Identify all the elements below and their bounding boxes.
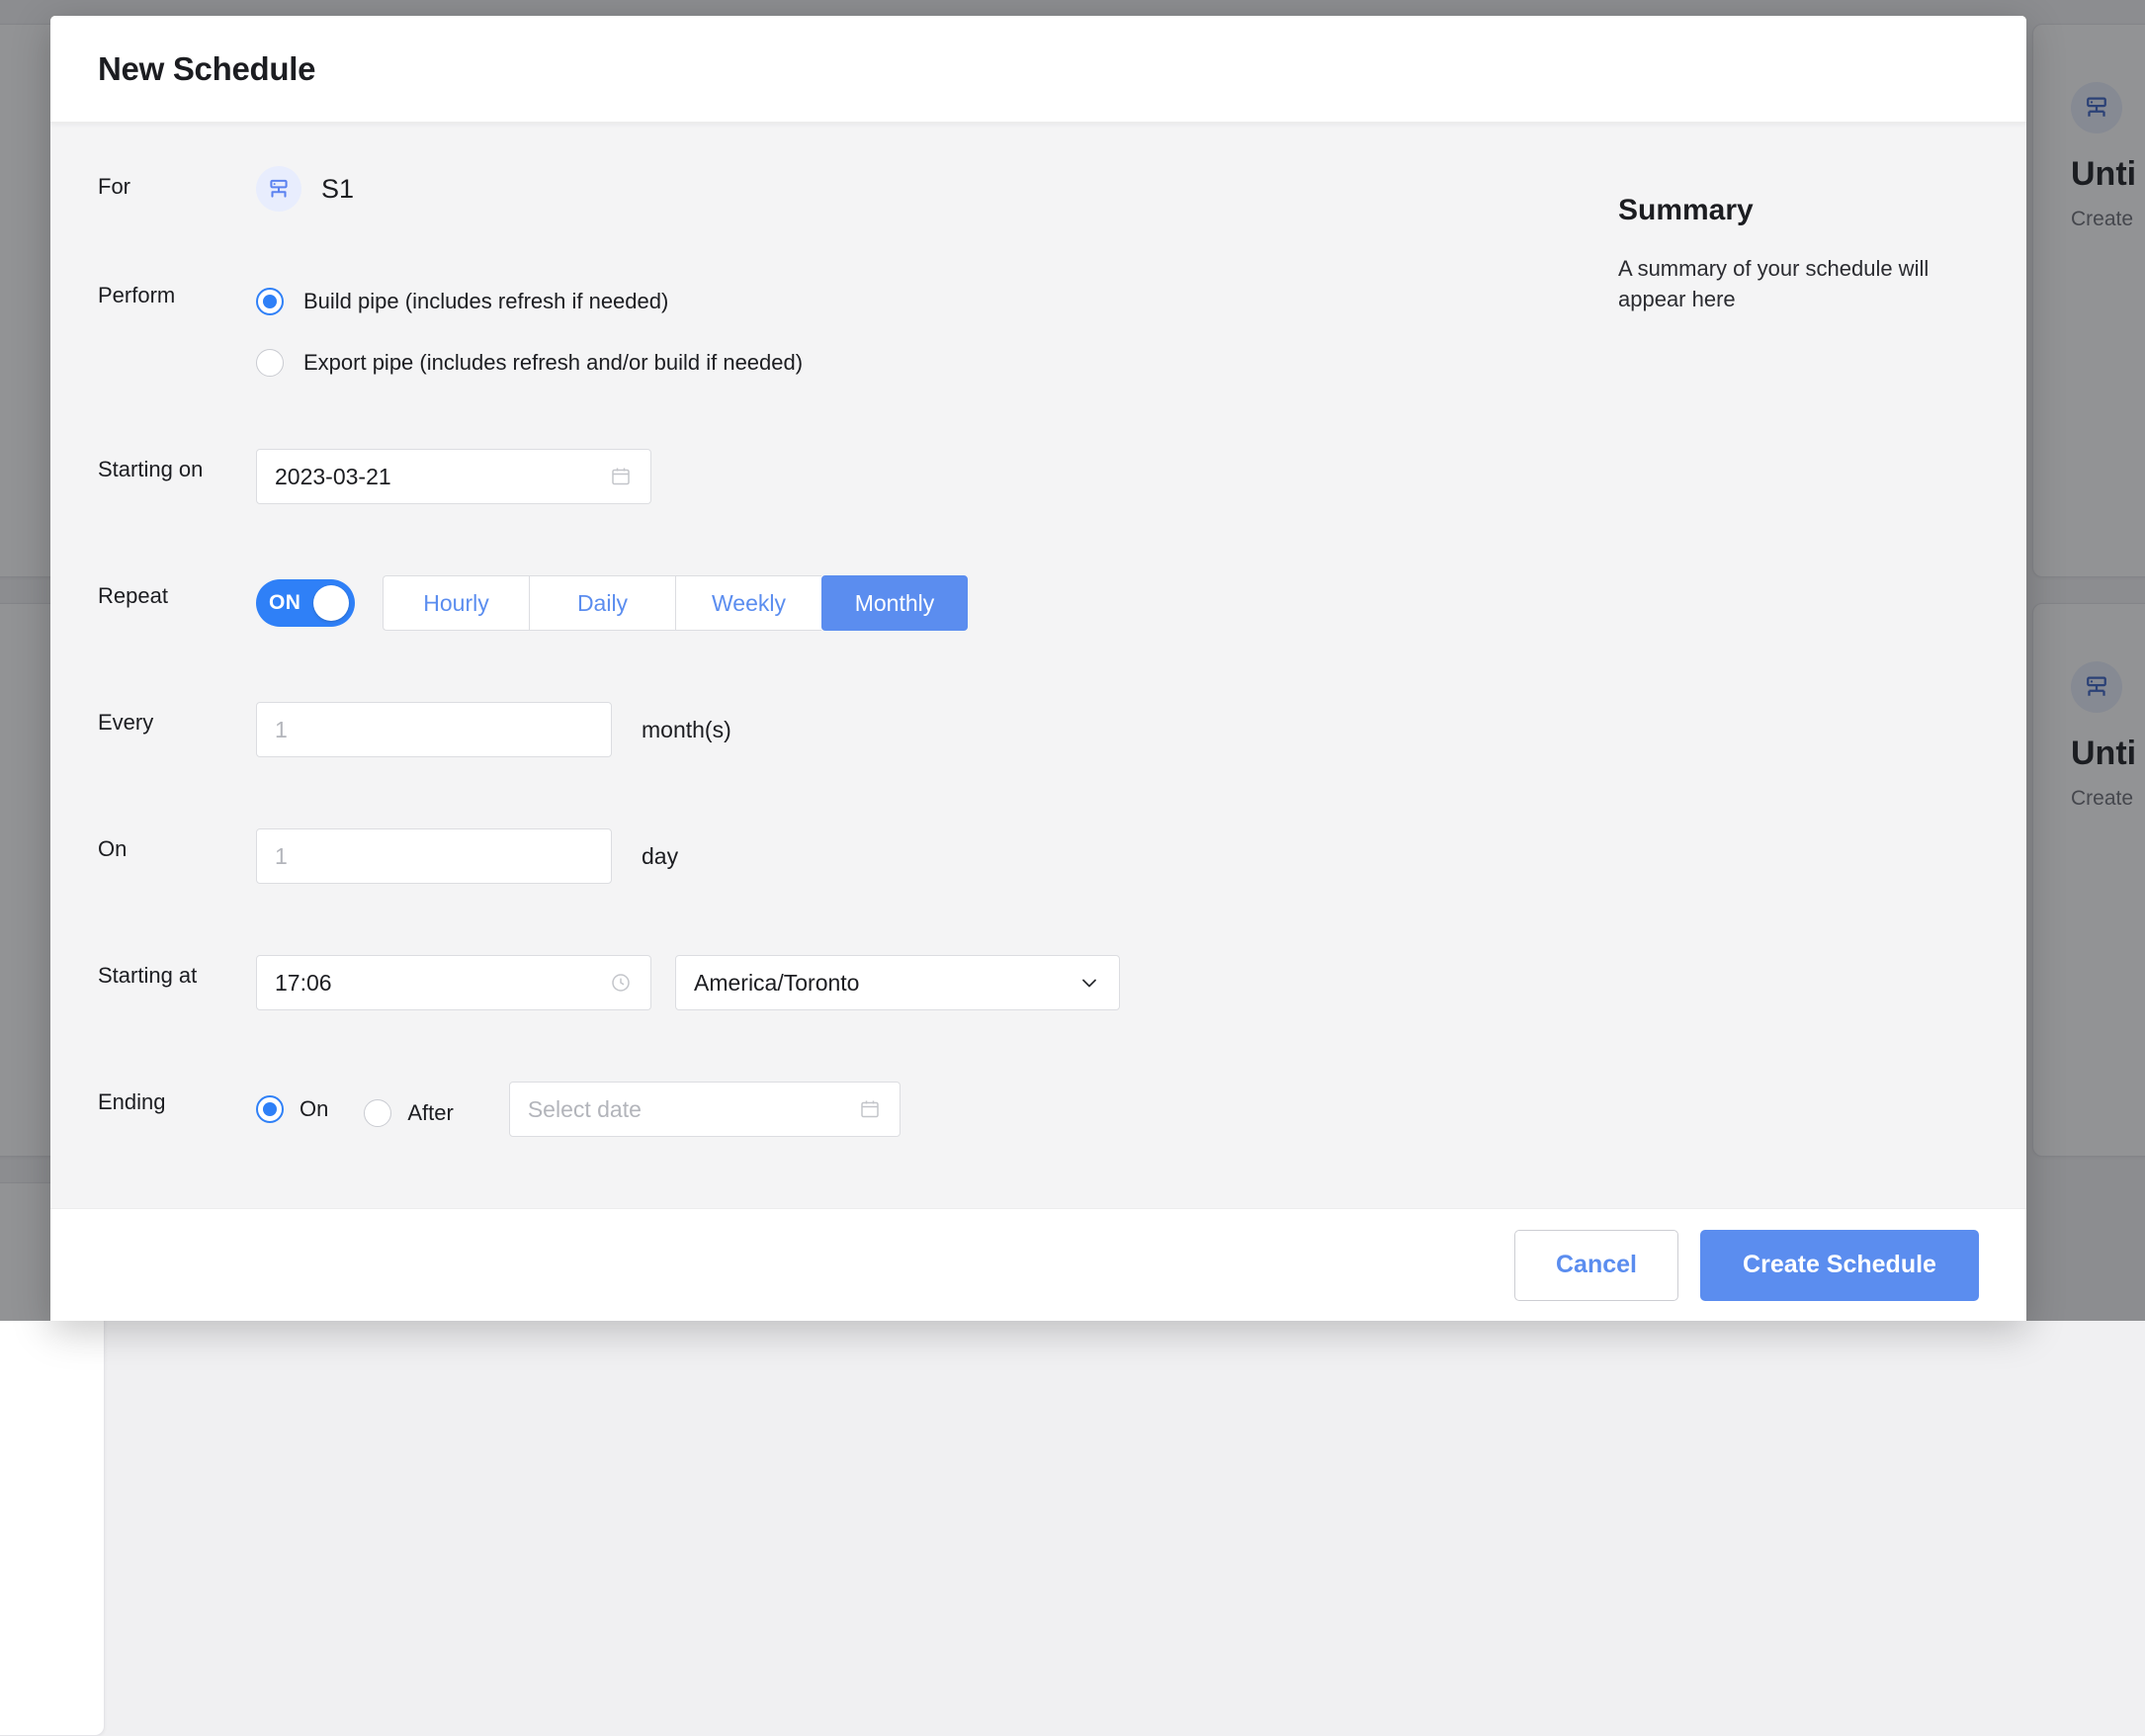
field-label-for: For (98, 166, 256, 200)
radio-label: After (407, 1100, 453, 1126)
ending-date-placeholder: Select date (528, 1096, 642, 1123)
field-row-every: Every 1 month(s) (98, 702, 1600, 828)
field-row-repeat: Repeat ON Hourly Daily Weekly Monthly (98, 575, 1600, 702)
radio-indicator[interactable] (256, 349, 284, 377)
calendar-icon[interactable] (858, 1097, 882, 1121)
repeat-frequency-tabs: Hourly Daily Weekly Monthly (383, 575, 968, 631)
new-schedule-dialog: New Schedule For S1 (50, 16, 2026, 1321)
radio-export-pipe[interactable]: Export pipe (includes refresh and/or bui… (256, 336, 1600, 390)
summary-title: Summary (1618, 194, 1979, 227)
field-label-perform: Perform (98, 275, 256, 308)
timezone-value: America/Toronto (694, 970, 859, 997)
for-value-group: S1 (256, 166, 1600, 212)
timezone-select[interactable]: America/Toronto (675, 955, 1120, 1010)
radio-ending-on[interactable]: On (256, 1095, 328, 1123)
page-title: New Schedule (98, 50, 315, 88)
field-label-repeat: Repeat (98, 575, 256, 609)
clock-icon[interactable] (609, 971, 633, 995)
dialog-header: New Schedule (50, 16, 2026, 123)
radio-ending-after[interactable]: After (364, 1099, 453, 1127)
dialog-body: For S1 Perf (50, 123, 2026, 1208)
on-day-input[interactable]: 1 (256, 828, 612, 884)
tab-daily[interactable]: Daily (529, 575, 675, 631)
ending-date-input[interactable]: Select date (509, 1082, 901, 1137)
starting-on-date-input[interactable]: 2023-03-21 (256, 449, 651, 504)
tab-label: Hourly (423, 590, 488, 617)
radio-build-pipe[interactable]: Build pipe (includes refresh if needed) (256, 275, 1600, 328)
summary-text: A summary of your schedule will appear h… (1618, 253, 1979, 314)
on-day-placeholder: 1 (275, 843, 288, 870)
field-label-starting-on: Starting on (98, 449, 256, 482)
for-value: S1 (321, 174, 354, 205)
radio-label: Build pipe (includes refresh if needed) (303, 289, 668, 314)
field-row-starting-on: Starting on 2023-03-21 (98, 449, 1600, 575)
radio-indicator[interactable] (256, 1095, 284, 1123)
starting-on-date-value: 2023-03-21 (275, 464, 391, 490)
create-schedule-button-label: Create Schedule (1743, 1251, 1936, 1279)
tab-weekly[interactable]: Weekly (675, 575, 821, 631)
calendar-icon[interactable] (609, 465, 633, 488)
chevron-down-icon[interactable] (1077, 971, 1101, 995)
starting-at-time-value: 17:06 (275, 970, 332, 997)
every-unit-label: month(s) (642, 717, 731, 743)
field-row-ending: Ending On After Select date (98, 1082, 1600, 1180)
field-row-perform: Perform Build pipe (includes refresh if … (98, 275, 1600, 449)
schedule-form: For S1 Perf (98, 166, 1600, 1208)
field-label-every: Every (98, 702, 256, 736)
radio-indicator[interactable] (364, 1099, 391, 1127)
repeat-toggle[interactable]: ON (256, 579, 355, 627)
cancel-button-label: Cancel (1556, 1251, 1637, 1279)
toggle-knob[interactable] (313, 585, 349, 621)
tab-label: Monthly (855, 590, 935, 617)
tab-label: Daily (577, 590, 628, 617)
every-interval-placeholder: 1 (275, 717, 288, 743)
field-row-for: For S1 (98, 166, 1600, 275)
dialog-footer: Cancel Create Schedule (50, 1208, 2026, 1321)
server-pipe-icon (256, 166, 301, 212)
every-interval-input[interactable]: 1 (256, 702, 612, 757)
radio-label: Export pipe (includes refresh and/or bui… (303, 350, 803, 376)
tab-hourly[interactable]: Hourly (383, 575, 529, 631)
create-schedule-button[interactable]: Create Schedule (1700, 1230, 1979, 1301)
field-row-on: On 1 day (98, 828, 1600, 955)
radio-label: On (300, 1096, 328, 1122)
field-label-on: On (98, 828, 256, 862)
cancel-button[interactable]: Cancel (1514, 1230, 1678, 1301)
tab-monthly[interactable]: Monthly (821, 575, 968, 631)
repeat-toggle-label: ON (269, 591, 300, 615)
field-row-starting-at: Starting at 17:06 (98, 955, 1600, 1082)
tab-label: Weekly (712, 590, 786, 617)
field-label-ending: Ending (98, 1082, 256, 1115)
starting-at-time-input[interactable]: 17:06 (256, 955, 651, 1010)
radio-indicator[interactable] (256, 288, 284, 315)
summary-panel: Summary A summary of your schedule will … (1600, 166, 1979, 1208)
on-unit-label: day (642, 843, 678, 870)
field-label-starting-at: Starting at (98, 955, 256, 989)
